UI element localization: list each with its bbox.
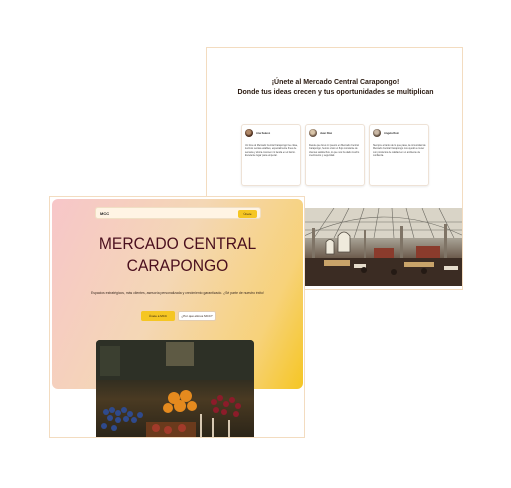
avatar: [309, 129, 317, 137]
avatar: [373, 129, 381, 137]
join-heading: ¡Únete al Mercado Central Carapongo! Don…: [207, 78, 462, 97]
join-heading-line2: Donde tus ideas crecen y tus oportunidad…: [237, 88, 434, 96]
page-title: MERCADO CENTRAL CARAPONGO: [62, 233, 293, 277]
why-mcc-button[interactable]: ¿Por qué elimos MCC?: [178, 311, 216, 321]
testimonial-card: Ana Suárez Un lince al Mercado Central C…: [241, 124, 301, 186]
testimonial-author: Juan Díaz: [320, 131, 333, 135]
testimonial-author: Ana Suárez: [256, 131, 271, 135]
site-logo[interactable]: MCC: [100, 211, 109, 216]
landing-page-hero-section: MCC Únete MERCADO CENTRAL CARAPONGO Espa…: [49, 196, 305, 438]
join-mcc-button[interactable]: Únete a MCC: [141, 311, 175, 321]
market-hall-illustration: [304, 208, 462, 286]
testimonial-card: Juan Díaz Desde que llevo mi puesto en M…: [305, 124, 365, 186]
page-title-line1: MERCADO CENTRAL: [98, 234, 257, 253]
testimonial-list: Ana Suárez Un lince al Mercado Central C…: [241, 124, 429, 186]
join-heading-line1: ¡Únete al Mercado Central Carapongo!: [271, 79, 400, 86]
avatar: [245, 129, 253, 137]
testimonial-text: Un lince al Mercado Central Carapongo fu…: [245, 144, 298, 158]
join-nav-button[interactable]: Únete: [238, 210, 257, 218]
testimonial-author: Angela Ruiz: [384, 131, 399, 135]
hero-subtitle: Espacios estratégicos, más clientes, ase…: [90, 291, 264, 295]
produce-illustration: [96, 340, 254, 437]
page-title-line2: CARAPONGO: [126, 256, 229, 275]
produce-stall-photo: [96, 340, 254, 437]
navbar: MCC Únete: [95, 207, 261, 219]
market-hall-photo: [304, 208, 462, 286]
testimonial-card: Angela Ruiz Siempre al tanto de lo que p…: [369, 124, 429, 186]
testimonial-text: Desde que llevo mi puesto en Mercado Cen…: [309, 144, 360, 158]
testimonial-text: Siempre al tanto de lo que pasa, la comu…: [373, 144, 426, 158]
